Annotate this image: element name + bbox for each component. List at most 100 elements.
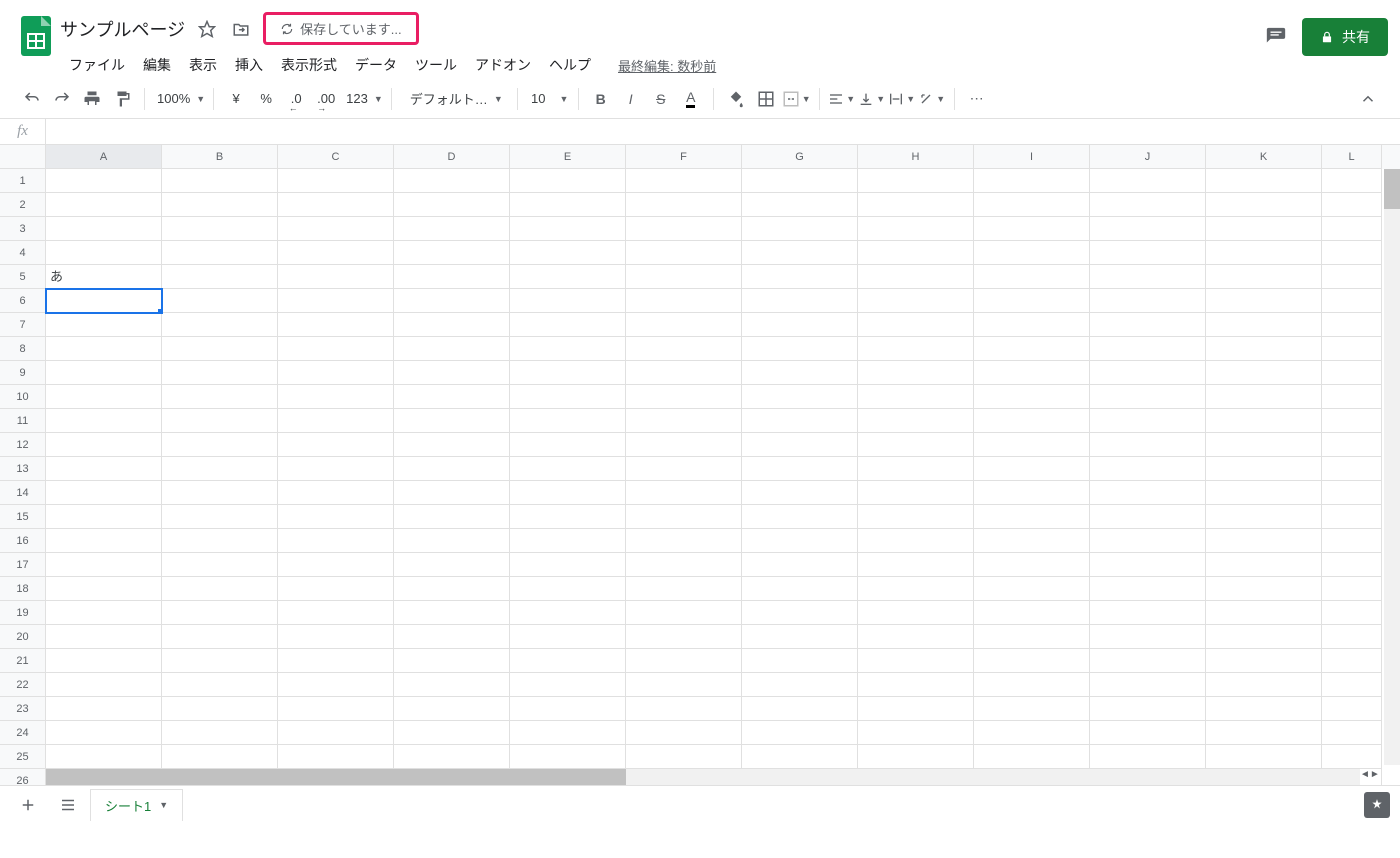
- cell-G9[interactable]: [742, 361, 858, 385]
- cell-J2[interactable]: [1090, 193, 1206, 217]
- cell-L13[interactable]: [1322, 457, 1382, 481]
- cell-H20[interactable]: [858, 625, 974, 649]
- cell-D5[interactable]: [394, 265, 510, 289]
- cell-K20[interactable]: [1206, 625, 1322, 649]
- cell-I9[interactable]: [974, 361, 1090, 385]
- cell-A8[interactable]: [46, 337, 162, 361]
- text-rotation-button[interactable]: ▼: [918, 85, 946, 113]
- cell-L25[interactable]: [1322, 745, 1382, 769]
- row-header[interactable]: 8: [0, 337, 46, 361]
- cell-D25[interactable]: [394, 745, 510, 769]
- cell-D1[interactable]: [394, 169, 510, 193]
- cell-C14[interactable]: [278, 481, 394, 505]
- vertical-scrollbar[interactable]: [1384, 169, 1400, 765]
- menu-edit[interactable]: 編集: [134, 51, 180, 79]
- row-header[interactable]: 20: [0, 625, 46, 649]
- cell-B7[interactable]: [162, 313, 278, 337]
- cell-K6[interactable]: [1206, 289, 1322, 313]
- row-header[interactable]: 19: [0, 601, 46, 625]
- cell-I21[interactable]: [974, 649, 1090, 673]
- cell-E22[interactable]: [510, 673, 626, 697]
- cell-K9[interactable]: [1206, 361, 1322, 385]
- cell-J11[interactable]: [1090, 409, 1206, 433]
- cell-D13[interactable]: [394, 457, 510, 481]
- cell-K7[interactable]: [1206, 313, 1322, 337]
- cell-I8[interactable]: [974, 337, 1090, 361]
- cell-E21[interactable]: [510, 649, 626, 673]
- cell-D24[interactable]: [394, 721, 510, 745]
- menu-insert[interactable]: 挿入: [226, 51, 272, 79]
- cell-E20[interactable]: [510, 625, 626, 649]
- cell-I10[interactable]: [974, 385, 1090, 409]
- cell-A17[interactable]: [46, 553, 162, 577]
- cell-A9[interactable]: [46, 361, 162, 385]
- cell-C22[interactable]: [278, 673, 394, 697]
- col-header-L[interactable]: L: [1322, 145, 1382, 169]
- cell-D10[interactable]: [394, 385, 510, 409]
- cell-K15[interactable]: [1206, 505, 1322, 529]
- cell-J25[interactable]: [1090, 745, 1206, 769]
- cell-F20[interactable]: [626, 625, 742, 649]
- cell-F9[interactable]: [626, 361, 742, 385]
- cell-G18[interactable]: [742, 577, 858, 601]
- decrease-decimal-button[interactable]: .0←: [282, 85, 310, 113]
- cell-B11[interactable]: [162, 409, 278, 433]
- cell-H16[interactable]: [858, 529, 974, 553]
- font-dropdown[interactable]: デフォルト…▼: [400, 85, 509, 113]
- cell-J23[interactable]: [1090, 697, 1206, 721]
- cell-E9[interactable]: [510, 361, 626, 385]
- cell-D17[interactable]: [394, 553, 510, 577]
- cell-H15[interactable]: [858, 505, 974, 529]
- cell-G15[interactable]: [742, 505, 858, 529]
- cell-I12[interactable]: [974, 433, 1090, 457]
- add-sheet-button[interactable]: [10, 790, 46, 820]
- bold-button[interactable]: B: [587, 85, 615, 113]
- cell-G6[interactable]: [742, 289, 858, 313]
- horizontal-align-button[interactable]: ▼: [828, 85, 856, 113]
- cell-E23[interactable]: [510, 697, 626, 721]
- row-header[interactable]: 23: [0, 697, 46, 721]
- share-button[interactable]: 共有: [1302, 18, 1388, 56]
- cell-I14[interactable]: [974, 481, 1090, 505]
- cell-F16[interactable]: [626, 529, 742, 553]
- sheet-tab-menu-icon[interactable]: ▼: [159, 800, 168, 810]
- cell-K21[interactable]: [1206, 649, 1322, 673]
- col-header-C[interactable]: C: [278, 145, 394, 169]
- cell-E18[interactable]: [510, 577, 626, 601]
- collapse-toolbar-button[interactable]: [1354, 85, 1382, 113]
- cell-B20[interactable]: [162, 625, 278, 649]
- cell-F23[interactable]: [626, 697, 742, 721]
- cell-G12[interactable]: [742, 433, 858, 457]
- cell-L16[interactable]: [1322, 529, 1382, 553]
- select-all-corner[interactable]: [0, 145, 46, 169]
- cell-G23[interactable]: [742, 697, 858, 721]
- last-edit-link[interactable]: 最終編集: 数秒前: [618, 56, 716, 75]
- menu-file[interactable]: ファイル: [60, 51, 134, 79]
- cell-H9[interactable]: [858, 361, 974, 385]
- row-header[interactable]: 11: [0, 409, 46, 433]
- explore-button[interactable]: [1364, 792, 1390, 818]
- cell-I15[interactable]: [974, 505, 1090, 529]
- cell-J4[interactable]: [1090, 241, 1206, 265]
- cell-C18[interactable]: [278, 577, 394, 601]
- cell-E4[interactable]: [510, 241, 626, 265]
- cell-D7[interactable]: [394, 313, 510, 337]
- cell-I13[interactable]: [974, 457, 1090, 481]
- cell-G25[interactable]: [742, 745, 858, 769]
- cell-K14[interactable]: [1206, 481, 1322, 505]
- cell-H3[interactable]: [858, 217, 974, 241]
- cell-H7[interactable]: [858, 313, 974, 337]
- cell-C7[interactable]: [278, 313, 394, 337]
- cell-L14[interactable]: [1322, 481, 1382, 505]
- cell-I20[interactable]: [974, 625, 1090, 649]
- cell-J13[interactable]: [1090, 457, 1206, 481]
- cell-C11[interactable]: [278, 409, 394, 433]
- cell-C19[interactable]: [278, 601, 394, 625]
- cell-G17[interactable]: [742, 553, 858, 577]
- cell-L8[interactable]: [1322, 337, 1382, 361]
- cell-D3[interactable]: [394, 217, 510, 241]
- cell-A19[interactable]: [46, 601, 162, 625]
- cell-A24[interactable]: [46, 721, 162, 745]
- cell-I18[interactable]: [974, 577, 1090, 601]
- row-header[interactable]: 7: [0, 313, 46, 337]
